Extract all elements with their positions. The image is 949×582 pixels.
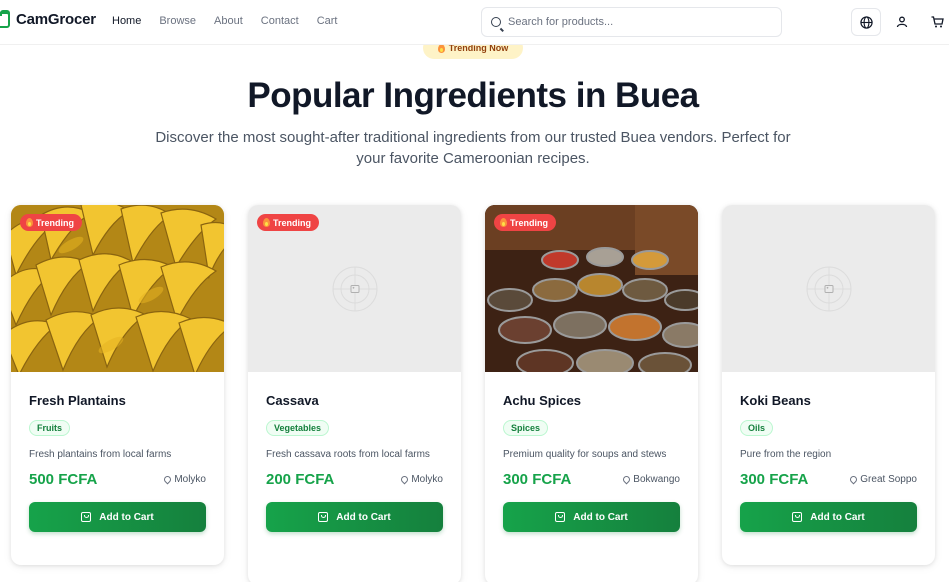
product-card[interactable]: Trending Cassava Vegetables Fresh cassav… <box>248 205 461 582</box>
location-label: Bokwango <box>633 474 680 485</box>
product-name[interactable]: Cassava <box>266 393 443 408</box>
trending-badge: Trending <box>20 214 82 231</box>
account-button[interactable] <box>887 8 917 36</box>
trending-badge-label: Trending <box>273 217 311 228</box>
nav-link-contact[interactable]: Contact <box>261 15 299 27</box>
product-card[interactable]: Trending Fresh Plantains Fruits Fresh pl… <box>11 205 224 565</box>
trending-badge-label: Trending <box>510 217 548 228</box>
flame-icon <box>500 218 507 227</box>
product-price: 300 FCFA <box>740 471 809 488</box>
nav-link-cart[interactable]: Cart <box>317 15 338 27</box>
add-to-cart-label: Add to Cart <box>336 511 391 523</box>
product-card[interactable]: Trending Achu Spices Spices Premium qual… <box>485 205 698 582</box>
product-image-spices[interactable]: Trending <box>485 205 698 372</box>
add-to-cart-button[interactable]: Add to Cart <box>266 502 443 532</box>
price-row: 300 FCFA Great Soppo <box>740 471 917 488</box>
flame-icon <box>26 218 33 227</box>
price-row: 500 FCFA Molyko <box>29 471 206 488</box>
page-subtitle: Discover the most sought-after tradition… <box>155 129 791 167</box>
add-to-cart-label: Add to Cart <box>810 511 865 523</box>
top-navbar: CamGrocer Home Browse About Contact Cart <box>0 0 949 45</box>
trending-badge-label: Trending <box>36 217 74 228</box>
product-name[interactable]: Achu Spices <box>503 393 680 408</box>
trending-badge: Trending <box>494 214 556 231</box>
user-icon <box>896 16 908 28</box>
nav-link-home[interactable]: Home <box>112 15 141 27</box>
price-row: 300 FCFA Bokwango <box>503 471 680 488</box>
shopping-bag-icon <box>555 512 566 522</box>
page-title: Popular Ingredients in Buea <box>247 76 699 115</box>
add-to-cart-button[interactable]: Add to Cart <box>29 502 206 532</box>
product-image-placeholder[interactable] <box>722 205 935 372</box>
category-tag: Fruits <box>29 420 71 436</box>
product-price: 200 FCFA <box>266 471 335 488</box>
product-details: Fresh Plantains Fruits Fresh plantains f… <box>29 393 206 532</box>
shopping-bag-icon <box>792 512 803 522</box>
globe-icon <box>859 15 873 29</box>
product-description: Fresh plantains from local farms <box>29 449 172 460</box>
location-label: Molyko <box>174 474 206 485</box>
map-pin-icon <box>162 474 173 485</box>
product-details: Koki Beans Oils Pure from the region 300… <box>740 393 917 532</box>
trending-badge: Trending <box>257 214 319 231</box>
product-description: Fresh cassava roots from local farms <box>266 449 430 460</box>
category-tag: Oils <box>740 420 774 436</box>
product-price: 300 FCFA <box>503 471 572 488</box>
cart-button[interactable] <box>922 8 949 36</box>
language-button[interactable] <box>851 8 881 36</box>
main-nav: Home Browse About Contact Cart <box>112 15 355 27</box>
cart-icon <box>931 16 944 28</box>
search-input[interactable] <box>508 16 758 28</box>
brand-logo[interactable]: CamGrocer <box>0 9 96 28</box>
product-details: Cassava Vegetables Fresh cassava roots f… <box>266 393 443 532</box>
category-tag: Vegetables <box>266 420 330 436</box>
shopping-bag-icon <box>0 9 10 28</box>
add-to-cart-label: Add to Cart <box>99 511 154 523</box>
product-price: 500 FCFA <box>29 471 98 488</box>
image-placeholder-icon <box>332 266 377 311</box>
product-image-placeholder[interactable]: Trending <box>248 205 461 372</box>
map-pin-icon <box>621 474 632 485</box>
nav-link-about[interactable]: About <box>214 15 243 27</box>
vendor-location: Great Soppo <box>848 474 917 485</box>
location-label: Molyko <box>411 474 443 485</box>
vendor-location: Molyko <box>399 474 443 485</box>
price-row: 200 FCFA Molyko <box>266 471 443 488</box>
product-image-bananas[interactable]: Trending <box>11 205 224 372</box>
flame-icon <box>263 218 270 227</box>
product-name[interactable]: Koki Beans <box>740 393 917 408</box>
vendor-location: Bokwango <box>621 474 680 485</box>
image-placeholder-icon <box>806 266 851 311</box>
map-pin-icon <box>848 474 859 485</box>
map-pin-icon <box>399 474 410 485</box>
product-card[interactable]: Koki Beans Oils Pure from the region 300… <box>722 205 935 565</box>
location-label: Great Soppo <box>860 474 917 485</box>
vendor-location: Molyko <box>162 474 206 485</box>
shopping-bag-icon <box>81 512 92 522</box>
nav-link-browse[interactable]: Browse <box>159 15 196 27</box>
search-icon <box>491 17 501 27</box>
product-description: Premium quality for soups and stews <box>503 449 667 460</box>
category-tag: Spices <box>503 420 549 436</box>
add-to-cart-label: Add to Cart <box>573 511 628 523</box>
brand-name: CamGrocer <box>16 11 96 28</box>
product-name[interactable]: Fresh Plantains <box>29 393 206 408</box>
search-box <box>481 7 782 37</box>
add-to-cart-button[interactable]: Add to Cart <box>503 502 680 532</box>
product-description: Pure from the region <box>740 449 832 460</box>
shopping-bag-icon <box>318 512 329 522</box>
add-to-cart-button[interactable]: Add to Cart <box>740 502 917 532</box>
product-details: Achu Spices Spices Premium quality for s… <box>503 393 680 532</box>
